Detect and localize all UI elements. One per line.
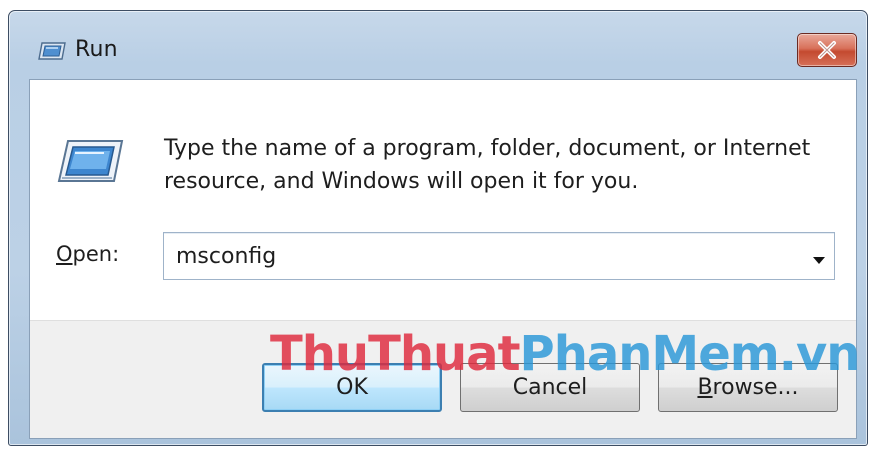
browse-button[interactable]: Browse... [658, 363, 838, 412]
dialog-instructions: Type the name of a program, folder, docu… [164, 132, 854, 198]
dialog-footer: OK Cancel Browse... [30, 320, 856, 438]
browse-mnemonic: B [697, 375, 713, 400]
chevron-down-icon[interactable] [812, 250, 826, 264]
close-x-icon [818, 41, 836, 59]
run-app-icon [37, 41, 67, 61]
open-label-text: pen: [72, 242, 120, 266]
instructions-line-2: resource, and Windows will open it for y… [164, 169, 639, 194]
title-bar[interactable]: Run [9, 11, 867, 79]
open-combobox[interactable] [163, 232, 835, 280]
run-dialog-window: Run Type the name of a program, folder, … [8, 10, 868, 446]
run-icon [56, 138, 124, 184]
window-title: Run [75, 37, 118, 62]
close-button[interactable] [797, 33, 857, 67]
cancel-button[interactable]: Cancel [460, 363, 640, 412]
open-label-mnemonic: O [56, 242, 73, 266]
instructions-line-1: Type the name of a program, folder, docu… [164, 136, 811, 161]
cancel-button-label: Cancel [512, 375, 588, 400]
ok-button-label: OK [336, 375, 368, 400]
ok-button[interactable]: OK [262, 363, 442, 412]
dialog-client-area: Type the name of a program, folder, docu… [29, 79, 857, 439]
open-label: Open: [56, 242, 119, 266]
browse-button-label: rowse... [712, 375, 799, 400]
open-input[interactable] [164, 233, 800, 279]
